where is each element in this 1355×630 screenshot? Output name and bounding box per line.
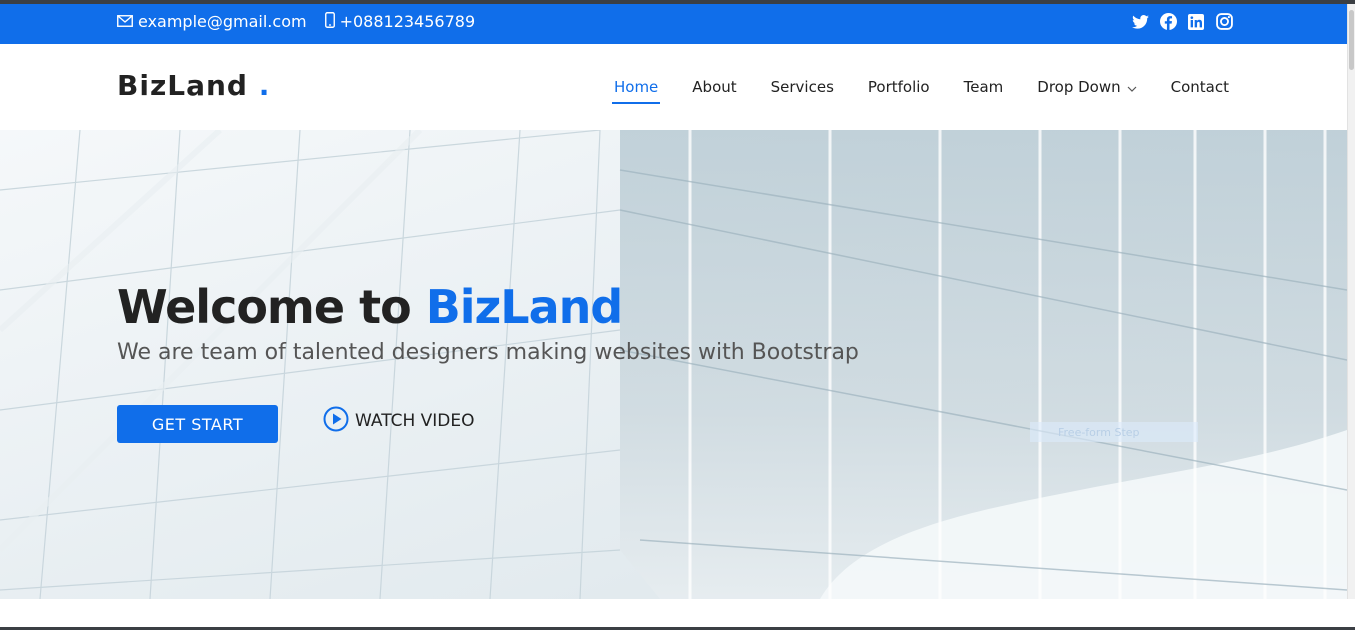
faint-tag-text: Free-form Step [1058,425,1140,439]
instagram-icon[interactable] [1215,13,1233,31]
topbar-phone-text: +088123456789 [339,12,476,31]
nav-team-label: Team [963,78,1004,96]
nav-about-label: About [692,78,737,96]
nav-services-label: Services [770,78,834,96]
facebook-icon[interactable] [1159,13,1177,31]
hero-title-prefix: Welcome to [117,280,412,334]
social-links [1121,4,1233,39]
main-nav: Home About Services Portfolio Team Drop … [580,44,1229,130]
topbar: example@gmail.com +088123456789 [0,4,1347,44]
topbar-contact: example@gmail.com +088123456789 [117,4,493,39]
header: BizLand . Home About Services Portfolio … [0,44,1347,130]
page-bottom-area [0,599,1355,630]
nav-services[interactable]: Services [771,78,834,96]
get-start-button[interactable]: GET START [117,405,278,443]
nav-team[interactable]: Team [964,78,1004,96]
chevron-down-icon [1127,78,1137,96]
watch-video-button[interactable]: WATCH VIDEO [323,406,475,437]
nav-about[interactable]: About [692,78,736,96]
hero-title: Welcome to BizLand [117,280,859,334]
nav-home[interactable]: Home [611,78,661,104]
nav-portfolio[interactable]: Portfolio [868,78,930,96]
hero-subtitle: We are team of talented designers making… [117,340,859,365]
phone-icon [324,11,340,32]
nav-contact[interactable]: Contact [1171,78,1229,96]
play-circle-icon [323,406,355,437]
nav-dropdown-label: Drop Down [1037,78,1121,96]
twitter-icon[interactable] [1131,13,1149,31]
linkedin-icon[interactable] [1187,13,1205,31]
hero-actions: GET START WATCH VIDEO [117,405,859,443]
topbar-email-text: example@gmail.com [138,12,307,31]
envelope-icon [117,12,138,31]
hero-content: Welcome to BizLand We are team of talent… [117,280,859,443]
watch-video-label: WATCH VIDEO [355,411,475,431]
topbar-phone[interactable]: +088123456789 [324,11,476,32]
logo-text: BizLand [117,69,248,102]
nav-home-label: Home [613,78,659,96]
topbar-email[interactable]: example@gmail.com [117,12,307,31]
scrollbar-thumb[interactable] [1349,10,1354,70]
nav-contact-label: Contact [1170,78,1229,96]
hero-section: Free-form Step Welcome to BizLand We are… [0,130,1347,599]
nav-portfolio-label: Portfolio [867,78,930,96]
hero-title-accent: BizLand [425,280,624,334]
nav-dropdown[interactable]: Drop Down [1037,78,1137,96]
site-logo[interactable]: BizLand . [117,69,270,102]
logo-dot: . [258,69,271,102]
get-start-label: GET START [151,414,244,434]
scrollbar[interactable] [1347,4,1355,600]
faint-overlay-tag: Free-form Step [1030,422,1198,442]
